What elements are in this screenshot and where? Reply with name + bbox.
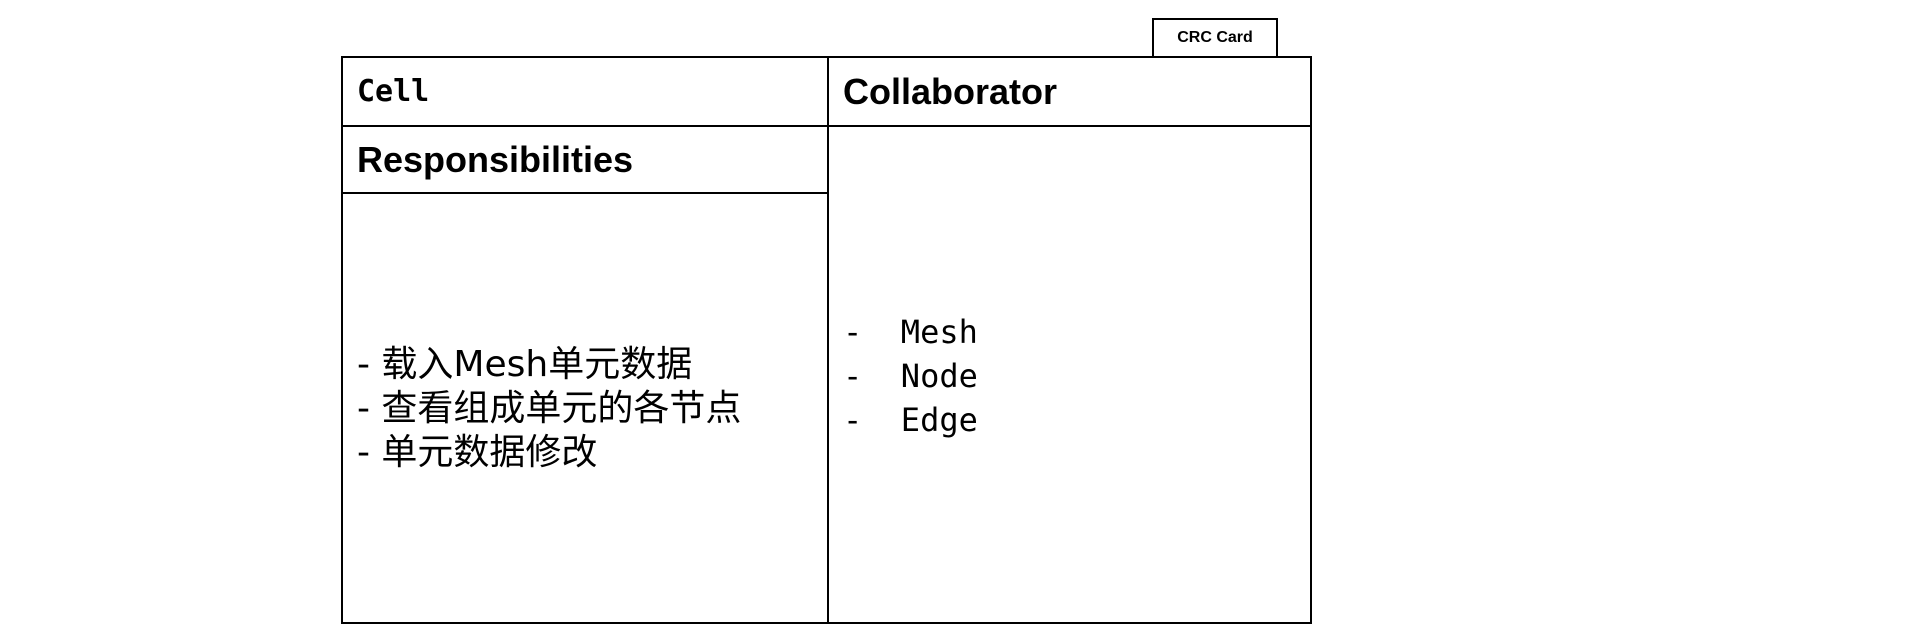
responsibilities-heading: Responsibilities xyxy=(357,138,634,180)
crc-card-tab-label: CRC Card xyxy=(1177,29,1253,46)
responsibility-item: - 载入Mesh单元数据 xyxy=(357,344,693,385)
crc-card: Cell Collaborator Responsibilities - 载入M… xyxy=(341,56,1312,624)
collaborator-heading: Collaborator xyxy=(843,70,1058,112)
column-divider xyxy=(827,58,829,622)
collaborator-item: - Edge xyxy=(843,400,978,439)
collaborator-item: - Node xyxy=(843,356,978,395)
collaborators-list: - Mesh - Node - Edge xyxy=(843,127,1303,624)
responsibility-item: - 单元数据修改 xyxy=(357,432,598,473)
responsibility-item: - 查看组成单元的各节点 xyxy=(357,388,742,429)
responsibilities-list: - 载入Mesh单元数据 - 查看组成单元的各节点 - 单元数据修改 xyxy=(357,194,817,624)
collaborator-item: - Mesh xyxy=(843,312,978,351)
crc-card-tab: CRC Card xyxy=(1152,18,1278,56)
class-name: Cell xyxy=(357,74,430,109)
